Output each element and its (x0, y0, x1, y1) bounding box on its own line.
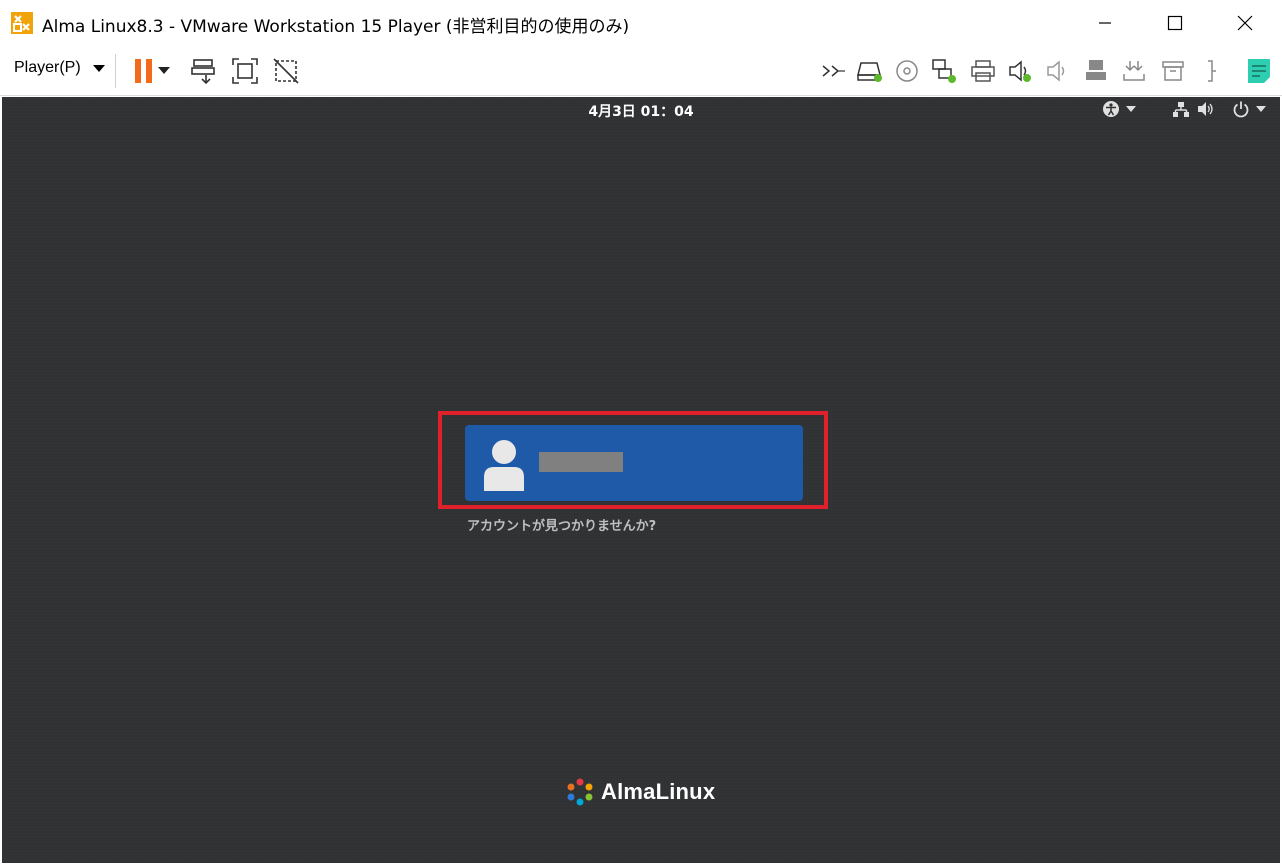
network-adapter-button[interactable] (928, 55, 960, 87)
printer-button[interactable] (967, 55, 999, 87)
minimize-button[interactable] (1082, 0, 1128, 46)
minimize-icon (1099, 22, 1111, 24)
close-icon (1237, 15, 1253, 31)
usb-download-icon (1123, 61, 1145, 81)
close-button[interactable] (1222, 0, 1268, 46)
accessibility-icon[interactable] (1102, 100, 1120, 118)
almalinux-logo-icon (567, 778, 593, 806)
archive-icon (1162, 61, 1184, 81)
player-menu-button[interactable]: Player(P) (14, 59, 105, 77)
fullscreen-icon (232, 58, 258, 84)
network-icon[interactable] (1172, 100, 1190, 118)
usb-device-icon (1086, 60, 1106, 80)
sound-card-icon (1009, 60, 1031, 82)
window-title: Alma Linux8.3 - VMware Workstation 15 Pl… (42, 17, 630, 37)
user-list-item[interactable] (465, 425, 803, 501)
power-icon[interactable] (1232, 100, 1250, 118)
user-name-redacted (539, 452, 623, 472)
bracket-icon (1208, 60, 1216, 82)
vm-display[interactable]: 4月3日 01：04 アカウントが見つかりませんか? AlmaLinux (2, 97, 1280, 863)
chevron-down-icon (92, 64, 105, 72)
hard-disk-button[interactable] (854, 55, 886, 87)
maximize-button[interactable] (1152, 0, 1198, 46)
sound-card-button[interactable] (1004, 55, 1036, 87)
message-log-button[interactable] (1243, 55, 1275, 87)
system-tray[interactable] (1102, 100, 1266, 118)
printer-icon (971, 60, 995, 82)
usb-download-button[interactable] (1118, 55, 1150, 87)
chevron-down-icon[interactable] (1126, 106, 1136, 112)
volume-icon[interactable] (1196, 100, 1214, 118)
clock[interactable]: 4月3日 01：04 (2, 101, 1280, 121)
more-devices-icon (822, 65, 845, 77)
hard-disk-icon (857, 62, 882, 82)
message-log-icon (1248, 59, 1270, 83)
player-menu-label: Player(P) (14, 59, 81, 76)
title-bar: Alma Linux8.3 - VMware Workstation 15 Pl… (0, 0, 1282, 46)
send-ctrl-alt-del-icon (191, 59, 215, 85)
toolbar: Player(P) (0, 46, 1282, 96)
unity-icon (273, 58, 299, 84)
pause-icon (135, 59, 152, 83)
unity-button[interactable] (270, 55, 302, 87)
almalinux-logo: AlmaLinux (565, 777, 715, 807)
maximize-icon (1167, 15, 1183, 31)
cd-dvd-button[interactable] (891, 55, 923, 87)
vmware-app-icon (11, 12, 33, 34)
send-ctrl-alt-del-button[interactable] (188, 55, 220, 87)
pause-dropdown-button[interactable] (156, 55, 172, 87)
logo-text: AlmaLinux (601, 779, 716, 804)
not-listed-link[interactable]: アカウントが見つかりませんか? (467, 515, 656, 534)
fullscreen-button[interactable] (229, 55, 261, 87)
network-adapter-icon (932, 59, 956, 83)
usb-device-button[interactable] (1080, 55, 1112, 87)
user-avatar-icon (484, 440, 524, 491)
bracket-button[interactable] (1196, 55, 1228, 87)
toolbar-separator (115, 54, 116, 88)
chevron-down-icon[interactable] (1256, 106, 1266, 112)
cd-dvd-icon (896, 60, 918, 82)
archive-button[interactable] (1157, 55, 1189, 87)
chevron-down-icon (158, 67, 170, 74)
speaker-icon (1047, 60, 1065, 82)
speaker-button[interactable] (1042, 55, 1074, 87)
more-devices-button[interactable] (818, 55, 850, 87)
